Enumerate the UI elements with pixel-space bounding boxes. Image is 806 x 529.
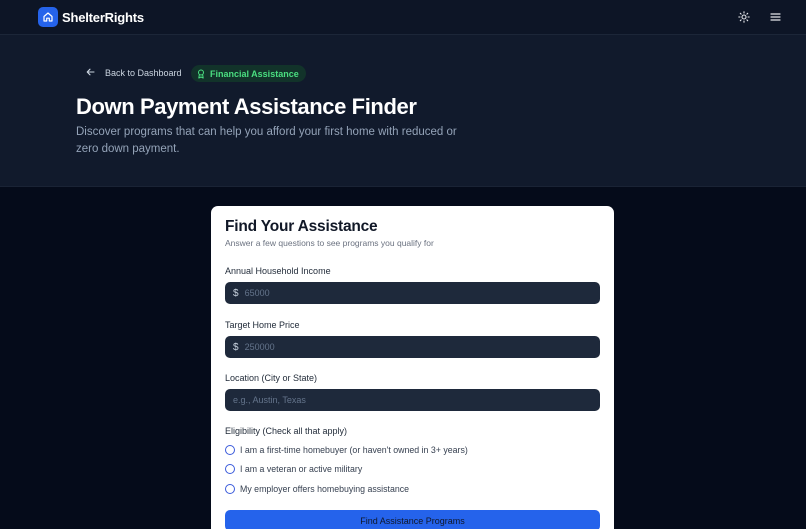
brand-name[interactable]: ShelterRights <box>62 10 144 25</box>
eligibility-label: Eligibility (Check all that apply) <box>225 426 348 436</box>
category-chip: Financial Assistance <box>191 65 306 82</box>
dollar-prefix: $ <box>233 341 239 353</box>
form-title: Find Your Assistance <box>225 218 378 235</box>
find-programs-button[interactable]: Find Assistance Programs <box>225 510 600 529</box>
radio-circle[interactable] <box>225 445 235 455</box>
income-field[interactable]: $ <box>225 282 600 304</box>
dollar-prefix: $ <box>233 287 239 299</box>
form-subtitle: Answer a few questions to see programs y… <box>225 238 434 248</box>
home-price-label: Target Home Price <box>225 320 300 330</box>
income-label: Annual Household Income <box>225 266 331 276</box>
income-input[interactable] <box>244 288 585 298</box>
home-price-input[interactable] <box>244 342 585 352</box>
option-label: I am a first-time homebuyer (or haven't … <box>240 445 468 455</box>
radio-circle[interactable] <box>225 464 235 474</box>
page-title: Down Payment Assistance Finder <box>76 94 417 119</box>
award-icon <box>198 69 204 78</box>
eligibility-option-first-time[interactable]: I am a first-time homebuyer (or haven't … <box>225 445 468 455</box>
assistance-form-card: Find Your Assistance Answer a few questi… <box>211 206 614 529</box>
option-label: My employer offers homebuying assistance <box>240 484 410 494</box>
radio-circle[interactable] <box>225 484 235 494</box>
hero-section: Back to Dashboard Financial Assistance D… <box>0 35 806 187</box>
eligibility-option-veteran[interactable]: I am a veteran or active military <box>225 464 362 474</box>
page-subtitle: Discover programs that can help you affo… <box>76 126 457 155</box>
home-price-field[interactable]: $ <box>225 336 600 358</box>
eligibility-option-employer[interactable]: My employer offers homebuying assistance <box>225 484 409 494</box>
back-to-dashboard-link[interactable]: Back to Dashboard <box>86 68 182 78</box>
option-label: I am a veteran or active military <box>240 464 363 474</box>
home-icon[interactable] <box>38 7 58 27</box>
top-navbar: ShelterRights <box>0 0 806 35</box>
arrow-left-icon <box>86 68 95 78</box>
menu-icon[interactable] <box>764 6 786 28</box>
sun-icon[interactable] <box>733 6 755 28</box>
chip-label: Financial Assistance <box>210 68 299 79</box>
location-input[interactable] <box>233 395 592 405</box>
back-link-label: Back to Dashboard <box>105 68 182 78</box>
location-label: Location (City or State) <box>225 373 318 383</box>
location-field[interactable] <box>225 389 600 411</box>
